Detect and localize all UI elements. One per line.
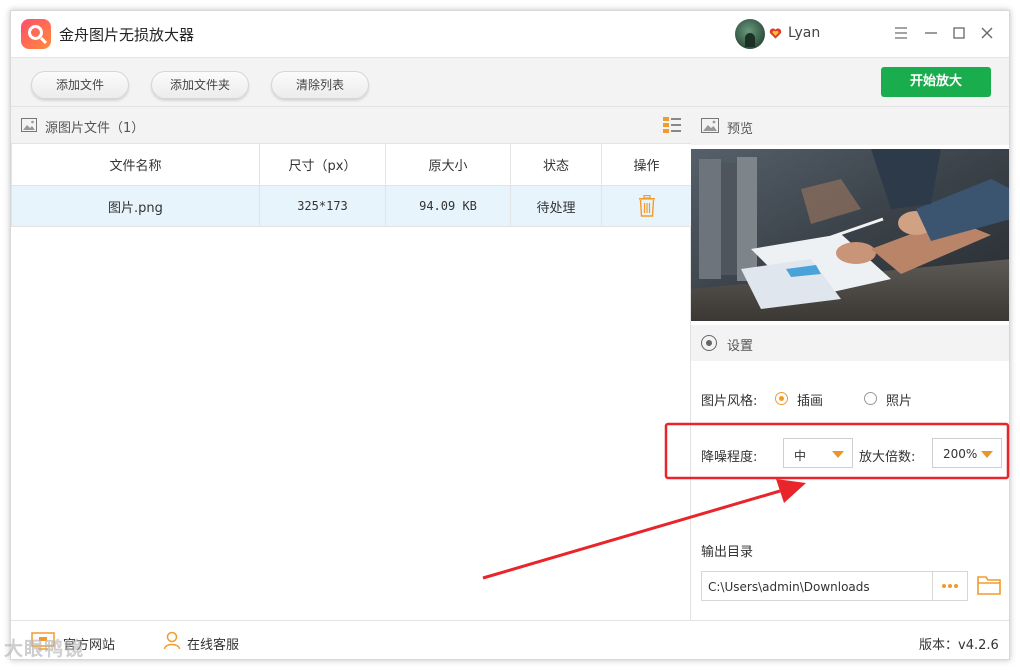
file-size-cell: 94.09 KB: [385, 185, 511, 227]
vip-heart-icon: [769, 28, 782, 39]
settings-header: 设置: [691, 325, 1009, 361]
image-icon: [21, 118, 37, 132]
online-support-link[interactable]: 在线客服: [187, 634, 239, 653]
folder-icon[interactable]: [977, 574, 1001, 596]
file-status-cell: 待处理: [510, 185, 602, 227]
close-icon[interactable]: [977, 23, 997, 43]
file-list-title: 源图片文件（1）: [45, 121, 145, 136]
picture-icon: [701, 118, 719, 133]
column-header-size: 原大小: [385, 143, 511, 186]
username[interactable]: Lyan: [788, 25, 820, 41]
file-dimensions-cell: 325*173: [259, 185, 386, 227]
right-panel: 预览 设置 图片风格: 插画 照片 降噪程度: 中 放大倍数: 200% 输出目…: [691, 107, 1009, 620]
support-icon[interactable]: [163, 631, 181, 650]
settings-radio-icon: [701, 335, 717, 351]
app-window: 金舟图片无损放大器 Lyan 添加文件 添加文件夹 清除列表 开始放大 源图片文…: [10, 10, 1010, 660]
menu-icon[interactable]: [891, 23, 911, 43]
scale-label: 放大倍数:: [859, 450, 916, 465]
clear-list-button[interactable]: 清除列表: [271, 71, 369, 99]
minimize-icon[interactable]: [921, 23, 941, 43]
file-actions-cell: [601, 185, 692, 227]
output-path-field[interactable]: C:\Users\admin\Downloads: [701, 571, 933, 601]
version-label: 版本：v4.2.6: [919, 638, 999, 653]
watermark: 大眼鸭镜: [4, 638, 85, 660]
image-style-row: 图片风格: 插画 照片: [701, 389, 1001, 409]
file-table: 文件名称 尺寸（px） 原大小 状态 操作 图片.png 325*173 94.…: [11, 143, 692, 227]
grid-view-icon[interactable]: [663, 117, 681, 133]
denoise-label: 降噪程度:: [701, 450, 758, 465]
column-header-name: 文件名称: [11, 143, 260, 186]
toolbar: 添加文件 添加文件夹 清除列表 开始放大: [11, 57, 1009, 107]
image-style-label: 图片风格:: [701, 394, 758, 409]
output-dir-label: 输出目录: [701, 545, 754, 560]
style-option-photo[interactable]: 照片: [886, 390, 912, 409]
preview-image: [691, 149, 1009, 321]
add-folder-button[interactable]: 添加文件夹: [151, 71, 249, 99]
preview-header: 预览: [691, 107, 1009, 145]
table-row[interactable]: 图片.png 325*173 94.09 KB 待处理: [11, 185, 692, 227]
avatar[interactable]: [735, 19, 765, 49]
style-radio-photo[interactable]: [864, 392, 877, 405]
settings-title: 设置: [727, 339, 754, 354]
style-radio-illustration[interactable]: [775, 392, 788, 405]
chevron-down-icon: [832, 451, 844, 458]
preview-title: 预览: [727, 122, 754, 137]
table-header-row: 文件名称 尺寸（px） 原大小 状态 操作: [11, 143, 692, 186]
file-list-header: 源图片文件（1）: [11, 107, 691, 143]
denoise-value: 中: [794, 449, 807, 463]
app-logo-icon: [21, 19, 51, 49]
scale-value: 200%: [943, 447, 978, 461]
start-enlarge-button[interactable]: 开始放大: [881, 67, 991, 97]
column-header-actions: 操作: [601, 143, 692, 186]
trash-icon[interactable]: [638, 194, 656, 217]
title-bar: 金舟图片无损放大器 Lyan: [11, 11, 1009, 57]
browse-more-button[interactable]: [932, 571, 968, 601]
scale-select[interactable]: 200%: [932, 438, 1002, 468]
style-option-illustration[interactable]: 插画: [797, 390, 823, 409]
chevron-down-icon: [981, 451, 993, 458]
column-header-status: 状态: [510, 143, 602, 186]
file-name-cell: 图片.png: [11, 185, 260, 227]
file-list-panel: 源图片文件（1） 文件名称 尺寸（px） 原大小 状态 操作 图片.png 32…: [11, 107, 692, 620]
maximize-icon[interactable]: [949, 23, 969, 43]
app-title: 金舟图片无损放大器: [59, 26, 195, 44]
status-bar: 官方网站 在线客服 版本：v4.2.6: [11, 620, 1009, 659]
denoise-scale-row: 降噪程度: 中 放大倍数: 200%: [701, 438, 1009, 468]
column-header-dimensions: 尺寸（px）: [259, 143, 386, 186]
add-file-button[interactable]: 添加文件: [31, 71, 129, 99]
denoise-select[interactable]: 中: [783, 438, 853, 468]
